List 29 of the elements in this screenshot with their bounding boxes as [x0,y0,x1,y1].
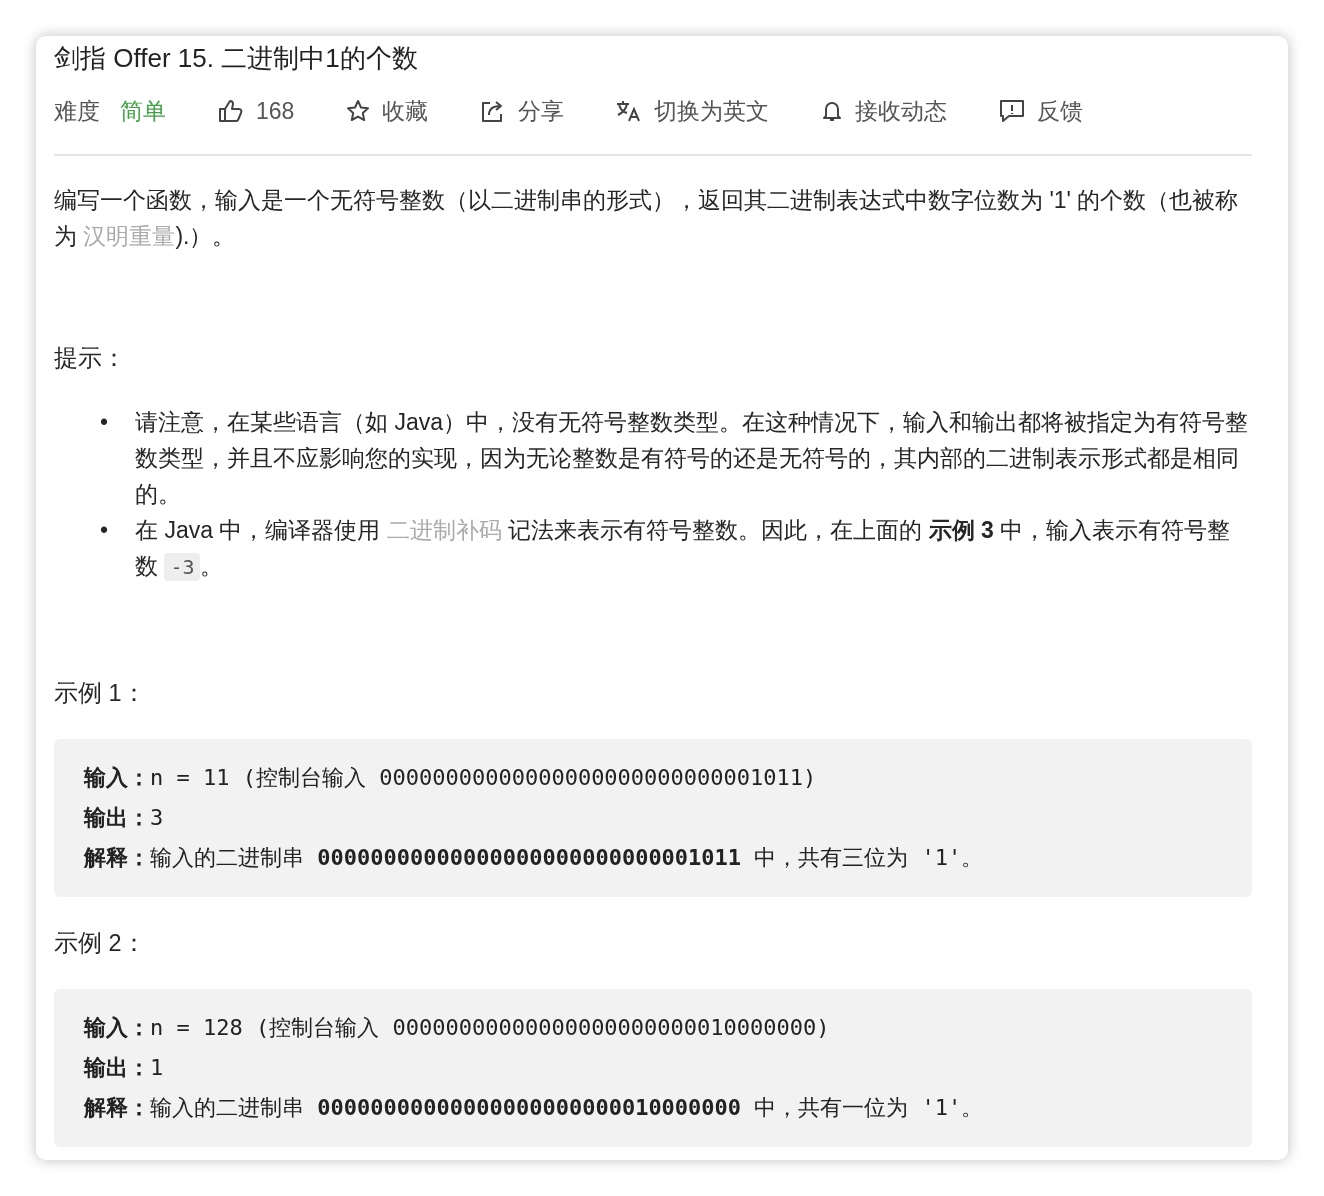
difficulty-label: 难度 [54,96,100,126]
example-heading: 示例 2： [54,929,147,958]
star-icon [346,99,371,123]
bell-button[interactable]: 接收动态 [821,95,948,127]
example-line: 输入：n = 128 (控制台输入 00000000000000000000000010000000) [84,1014,831,1042]
hints-heading: 提示： [54,344,127,373]
thumbs-up-icon [218,99,244,123]
hint-item: 请注意，在某些语言（如 Java）中，没有无符号整数类型。在这种情况下，输入和输出都将被指定为有符号整数类型，并且不应影响您的实现，因为无论整数是有符号的还是无符号的，其内部的二进制表示形式都是相同的。 [135,408,1249,509]
star-button[interactable]: 收藏 [346,95,429,127]
feedback-icon [999,99,1026,123]
example-line: 解释：输入的二进制串 00000000000000000000000010000000 中，共有一位为 '1'。 [84,1094,985,1122]
feedback-button[interactable]: 反馈 [999,95,1084,127]
problem-title: 剑指 Offer 15. 二进制中1的个数 [54,42,419,75]
like-button[interactable]: 168 [218,97,295,125]
difficulty-value: 简单 [120,96,166,126]
inline-code: -3 [164,553,201,581]
translate-button[interactable]: 切换为英文 [616,95,770,127]
share-button[interactable]: 分享 [480,95,565,127]
example-line: 输出：1 [84,1054,165,1082]
bullet: • [100,516,110,545]
example-heading: 示例 1： [54,679,147,708]
example-line: 输出：3 [84,804,165,832]
description-paragraph: 编写一个函数，输入是一个无符号整数（以二进制串的形式），返回其二进制表达式中数字位数为 '1' 的个数（也被称为 汉明重量).）。 [54,186,1240,251]
bullet: • [100,408,110,437]
bell-icon [821,99,844,123]
hint-item: 在 Java 中，编译器使用 二进制补码 记法来表示有符号整数。因此，在上面的 示例 3 中，输入表示有符号整数 -3 。 [135,516,1232,583]
example-line: 输入：n = 11 (控制台输入 00000000000000000000000000001011) [84,764,818,792]
translate-icon [616,99,643,123]
example-line: 解释：输入的二进制串 00000000000000000000000000001011 中，共有三位为 '1'。 [84,844,985,872]
